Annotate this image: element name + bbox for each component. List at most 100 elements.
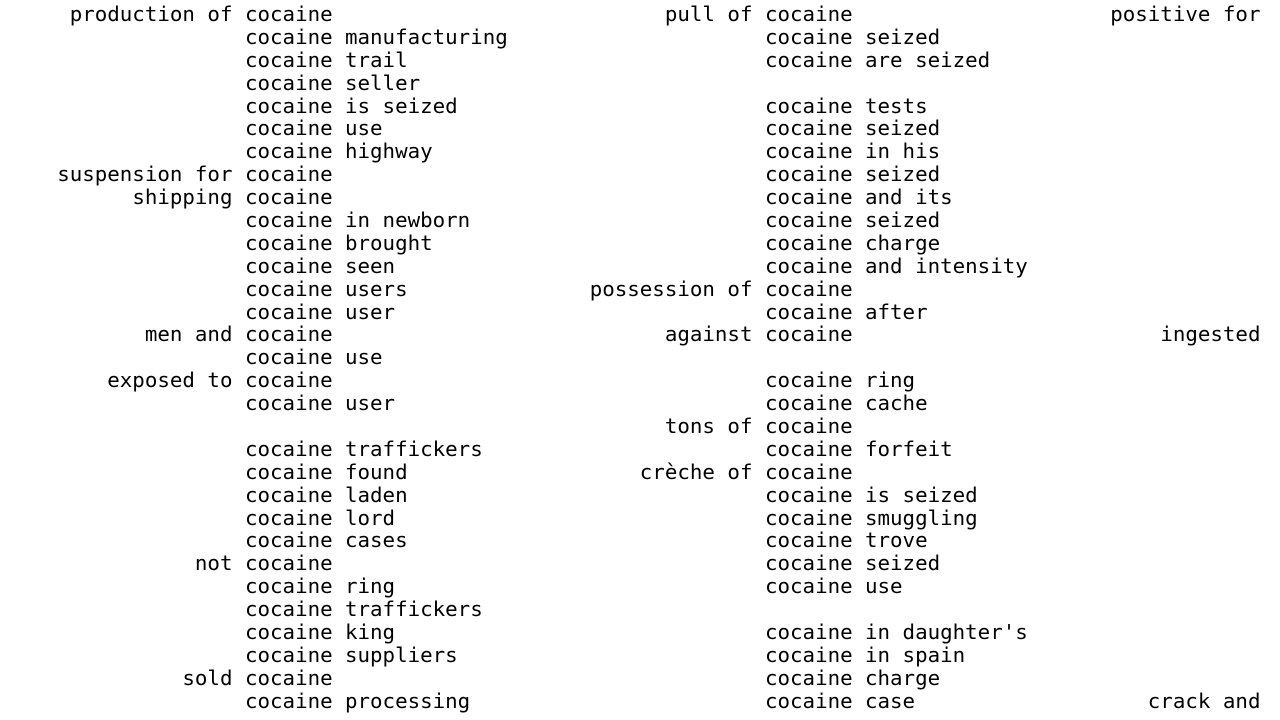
concordance-line: suspension for cocaine [0, 163, 508, 186]
keyword: cocaine [245, 299, 346, 324]
concordance-blank-line [1040, 232, 1280, 255]
left-context [520, 484, 765, 507]
concordance-line: cocaine highway [0, 140, 508, 163]
right-context: use [345, 345, 383, 370]
left-context [520, 95, 765, 118]
concordance-blank-line [1040, 667, 1280, 690]
concordance-line: cocaine seen [0, 253, 508, 278]
left-context [520, 438, 765, 461]
concordance-line: cocaine seized [520, 163, 1028, 186]
right-context: processing [345, 688, 471, 713]
right-context: are seized [865, 47, 991, 72]
left-context [520, 301, 765, 324]
concordance-line: cocaine seller [0, 70, 508, 95]
right-context: forfeit [865, 436, 953, 461]
concordance-line: cocaine charge [520, 665, 1028, 690]
concordance-blank-line [520, 72, 1028, 95]
left-context: exposed to [107, 368, 245, 393]
concordance-blank-line [1040, 278, 1280, 301]
left-context [0, 140, 245, 163]
concordance-blank-line [1040, 26, 1280, 49]
concordance-blank-line [1040, 575, 1280, 598]
concordance-page: { "keyword": "cocaine", "columns": [ { "… [0, 0, 1280, 720]
keyword: cocaine [245, 368, 346, 393]
concordance-line: cocaine king [0, 621, 508, 644]
left-context: positive for [1110, 2, 1273, 26]
right-context: seen [345, 253, 396, 278]
right-context: seller [345, 70, 421, 95]
concordance-line: cocaine use [0, 117, 508, 140]
left-context [0, 26, 245, 49]
right-context: case [865, 688, 916, 713]
concordance-line: production of cocaine [0, 3, 508, 26]
right-context: cases [345, 528, 408, 553]
left-context [520, 575, 765, 598]
left-context [0, 438, 245, 461]
left-context [520, 163, 765, 186]
keyword: cocaine [245, 574, 346, 599]
concordance-line: not cocaine [0, 552, 508, 575]
right-context: suppliers [345, 642, 458, 667]
concordance-blank-line [1040, 598, 1280, 621]
concordance-line: cocaine trail [0, 48, 508, 72]
concordance-line: cocaine in his [520, 140, 1028, 163]
left-context: not [194, 551, 245, 576]
left-context [520, 690, 765, 713]
right-context: seized [865, 116, 941, 141]
left-context [0, 209, 245, 232]
left-context: men and [144, 322, 245, 347]
keyword: cocaine [245, 93, 346, 118]
right-context: smuggling [865, 505, 978, 530]
concordance-line: cocaine cache [520, 392, 1028, 415]
concordance-blank-line [1040, 301, 1280, 324]
left-context: crack and [1147, 688, 1273, 713]
right-context: and its [865, 185, 953, 210]
left-context [520, 621, 765, 644]
left-context [520, 209, 765, 232]
concordance-blank-line [520, 598, 1028, 621]
keyword: cocaine [765, 482, 866, 507]
keyword: cocaine [765, 665, 866, 690]
concordance-column-middle: pull of cocaine cocaine seized cocaine ar… [520, 3, 1028, 713]
concordance-line: cocaine smuggling [520, 505, 1028, 530]
keyword: cocaine [245, 528, 346, 553]
concordance-line: cocaine ring [0, 575, 508, 598]
concordance-blank-line [0, 415, 508, 438]
keyword: cocaine [245, 620, 346, 645]
keyword: cocaine [245, 482, 346, 507]
concordance-line: cocaine seized [520, 117, 1028, 140]
concordance-line: crack and [1040, 688, 1280, 713]
concordance-line: cocaine are seized [520, 47, 1028, 72]
right-context: is seized [865, 482, 978, 507]
keyword: cocaine [245, 436, 346, 461]
concordance-line: ingested [1040, 323, 1280, 346]
concordance-line: cocaine processing [0, 688, 508, 713]
left-context: pull of [664, 2, 765, 26]
concordance-line: cocaine trove [520, 529, 1028, 552]
right-context: user [345, 299, 396, 324]
concordance-line: shipping cocaine [0, 186, 508, 209]
keyword: cocaine [245, 24, 346, 49]
concordance-line: against cocaine [520, 323, 1028, 346]
right-context: brought [345, 230, 433, 255]
left-context [520, 26, 765, 49]
right-context: in newborn [345, 208, 471, 233]
left-context [520, 507, 765, 530]
left-context [520, 186, 765, 209]
concordance-line: cocaine and its [520, 186, 1028, 209]
keyword: cocaine [765, 368, 866, 393]
concordance-line: cocaine manufacturing [0, 24, 508, 49]
left-context [520, 644, 765, 667]
keyword: cocaine [245, 162, 346, 187]
left-context: against [664, 322, 765, 347]
keyword: cocaine [245, 665, 346, 690]
concordance-line: cocaine in newborn [0, 209, 508, 232]
right-context: trove [865, 528, 928, 553]
keyword: cocaine [765, 162, 866, 187]
left-context [0, 232, 245, 255]
keyword: cocaine [765, 2, 866, 26]
concordance-line: cocaine seized [520, 209, 1028, 232]
left-context [520, 49, 765, 72]
concordance-blank-line [1040, 392, 1280, 415]
concordance-line: cocaine seized [520, 25, 1028, 49]
